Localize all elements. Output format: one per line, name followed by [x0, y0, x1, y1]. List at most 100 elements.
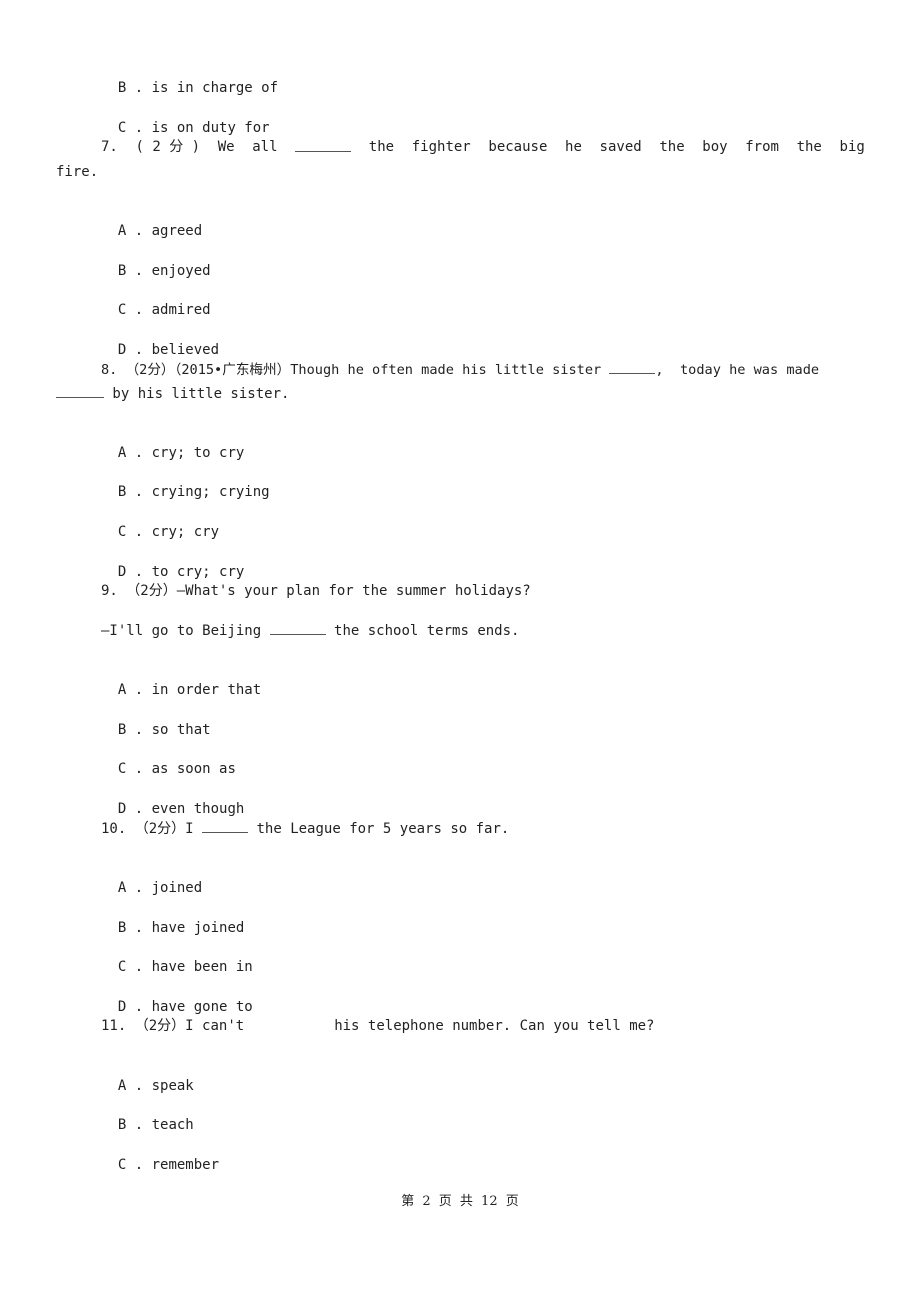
option-a: A . agreed	[101, 201, 202, 241]
option-text: even though	[151, 801, 245, 817]
question-score: ( 2 分 )	[135, 139, 201, 155]
question-number: 8.	[101, 362, 118, 378]
option-letter: A .	[117, 445, 144, 461]
option-letter: C .	[117, 120, 144, 136]
stem-word: all	[252, 139, 278, 155]
option-c: C . cry; cry	[101, 502, 219, 542]
question-9-stem: 9. （2分）—What's your plan for the summer …	[101, 581, 531, 601]
stem-word: fighter	[411, 139, 471, 155]
option-text: as soon as	[151, 761, 236, 777]
option-letter: B .	[117, 1117, 144, 1133]
stem-word: big	[839, 139, 865, 155]
option-letter: D .	[117, 342, 144, 358]
option-c: C . as soon as	[101, 739, 236, 779]
option-c: C . is on duty for	[101, 98, 270, 138]
answer-blank	[202, 818, 249, 833]
option-d: D . believed	[101, 320, 219, 360]
option-b: B . have joined	[101, 898, 244, 938]
question-7-stem: 7. ( 2 分 ) We all the fighter because he…	[101, 137, 865, 157]
question-number: 11.	[101, 1018, 127, 1034]
question-10-stem: 10. （2分）I the League for 5 years so far.	[101, 818, 509, 839]
stem-text: —I'll go to Beijing	[101, 623, 262, 639]
option-text: have joined	[151, 920, 245, 936]
option-d: D . have gone to	[101, 977, 253, 1017]
option-b: B . is in charge of	[101, 58, 278, 98]
option-d: D . to cry; cry	[101, 542, 244, 582]
option-text: remember	[151, 1157, 220, 1173]
option-c: C . remember	[101, 1135, 219, 1175]
option-text: to cry; cry	[151, 564, 245, 580]
stem-word: the	[659, 139, 685, 155]
option-b: B . enjoyed	[101, 241, 211, 281]
stem-text: the League for 5 years so far.	[256, 821, 510, 837]
stem-text: Though he often made his little sister	[290, 362, 602, 378]
option-letter: A .	[117, 1078, 144, 1094]
option-text: cry; cry	[151, 524, 220, 540]
option-letter: B .	[117, 920, 144, 936]
question-number: 10.	[101, 821, 127, 837]
stem-word: saved	[599, 139, 642, 155]
answer-blank-1	[609, 359, 656, 374]
stem-text: the school terms ends.	[334, 623, 520, 639]
question-score: （2分）	[126, 583, 177, 599]
option-letter: C .	[117, 1157, 144, 1173]
question-number: 9.	[101, 583, 118, 599]
option-text: admired	[151, 302, 211, 318]
stem-word: he	[565, 139, 582, 155]
option-letter: C .	[117, 761, 144, 777]
option-letter: C .	[117, 302, 144, 318]
option-letter: C .	[117, 959, 144, 975]
option-text: joined	[151, 880, 203, 896]
option-c: C . have been in	[101, 937, 253, 977]
option-text: have been in	[151, 959, 253, 975]
option-text: enjoyed	[151, 263, 211, 279]
question-source: （2015•广东梅州）	[174, 362, 291, 378]
option-a: A . cry; to cry	[101, 423, 244, 463]
stem-text: , today he was made	[655, 362, 820, 378]
option-letter: D .	[117, 999, 144, 1015]
option-c: C . admired	[101, 280, 211, 320]
question-number: 7.	[101, 139, 118, 155]
stem-text: I can't	[185, 1018, 245, 1034]
option-text: is in charge of	[151, 80, 279, 96]
question-8-continuation: by his little sister.	[56, 383, 289, 404]
page-footer: 第 2 页 共 12 页	[401, 1194, 519, 1209]
answer-blank-2	[56, 383, 104, 398]
option-letter: C .	[117, 524, 144, 540]
option-letter: D .	[117, 801, 144, 817]
option-letter: A .	[117, 682, 144, 698]
option-b: B . crying; crying	[101, 462, 270, 502]
stem-text: —What's your plan for the summer holiday…	[176, 583, 531, 599]
answer-blank	[295, 137, 352, 152]
option-text: speak	[151, 1078, 194, 1094]
stem-word: from	[745, 139, 779, 155]
question-9-stem-line2: —I'll go to Beijing the school terms end…	[101, 620, 519, 641]
option-letter: B .	[117, 484, 144, 500]
option-text: in order that	[151, 682, 262, 698]
option-letter: A .	[117, 880, 144, 896]
option-a: A . in order that	[101, 660, 261, 700]
option-b: B . so that	[101, 700, 211, 740]
option-letter: B .	[117, 80, 144, 96]
question-score: （2分）	[134, 1018, 186, 1034]
stem-word: because	[488, 139, 548, 155]
option-b: B . teach	[101, 1095, 194, 1135]
question-score: （2分）	[134, 821, 186, 837]
stem-text: I	[185, 821, 194, 837]
option-a: A . speak	[101, 1056, 194, 1096]
option-text: have gone to	[151, 999, 253, 1015]
option-text: so that	[151, 722, 211, 738]
option-text: cry; to cry	[151, 445, 245, 461]
question-7-continuation: fire.	[56, 164, 99, 180]
option-text: agreed	[151, 223, 203, 239]
option-letter: A .	[117, 223, 144, 239]
option-text: crying; crying	[151, 484, 270, 500]
option-letter: B .	[117, 263, 144, 279]
option-text: believed	[151, 342, 220, 358]
stem-word: the	[796, 139, 822, 155]
stem-text: by his little sister.	[104, 386, 290, 402]
option-letter: B .	[117, 722, 144, 738]
option-text: teach	[151, 1117, 194, 1133]
stem-word: boy	[702, 139, 728, 155]
stem-word: We	[217, 139, 235, 155]
